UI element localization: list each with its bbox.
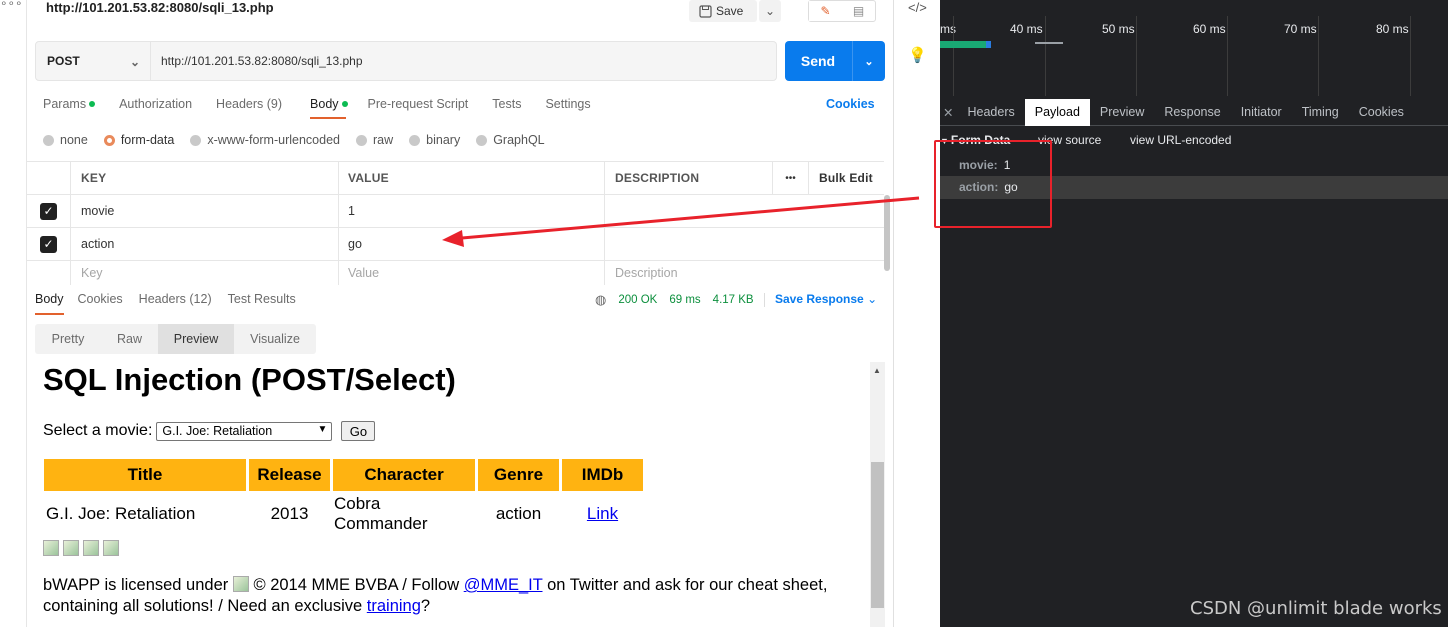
watermark: CSDN @unlimit blade works xyxy=(1190,598,1442,619)
annotation-arrow-icon xyxy=(442,196,920,247)
